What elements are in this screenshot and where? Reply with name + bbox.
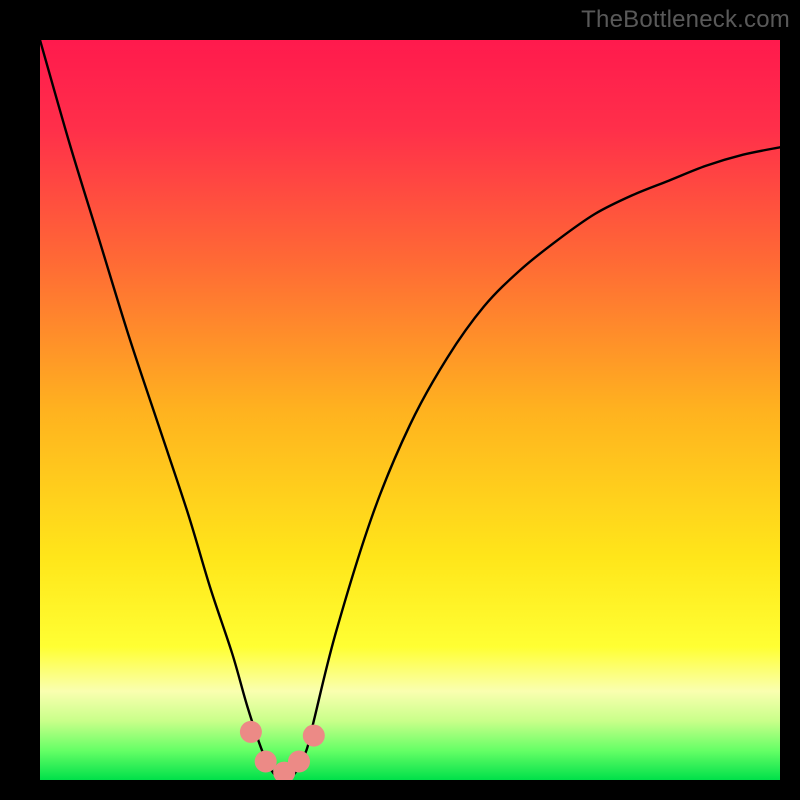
chart-frame: TheBottleneck.com: [0, 0, 800, 800]
watermark-text: TheBottleneck.com: [581, 6, 790, 34]
plot-area: [40, 40, 780, 780]
curve-marker: [255, 751, 277, 773]
curve-marker: [240, 721, 262, 743]
gradient-background: [40, 40, 780, 780]
curve-marker: [303, 725, 325, 747]
chart-svg: [40, 40, 780, 780]
curve-marker: [288, 751, 310, 773]
